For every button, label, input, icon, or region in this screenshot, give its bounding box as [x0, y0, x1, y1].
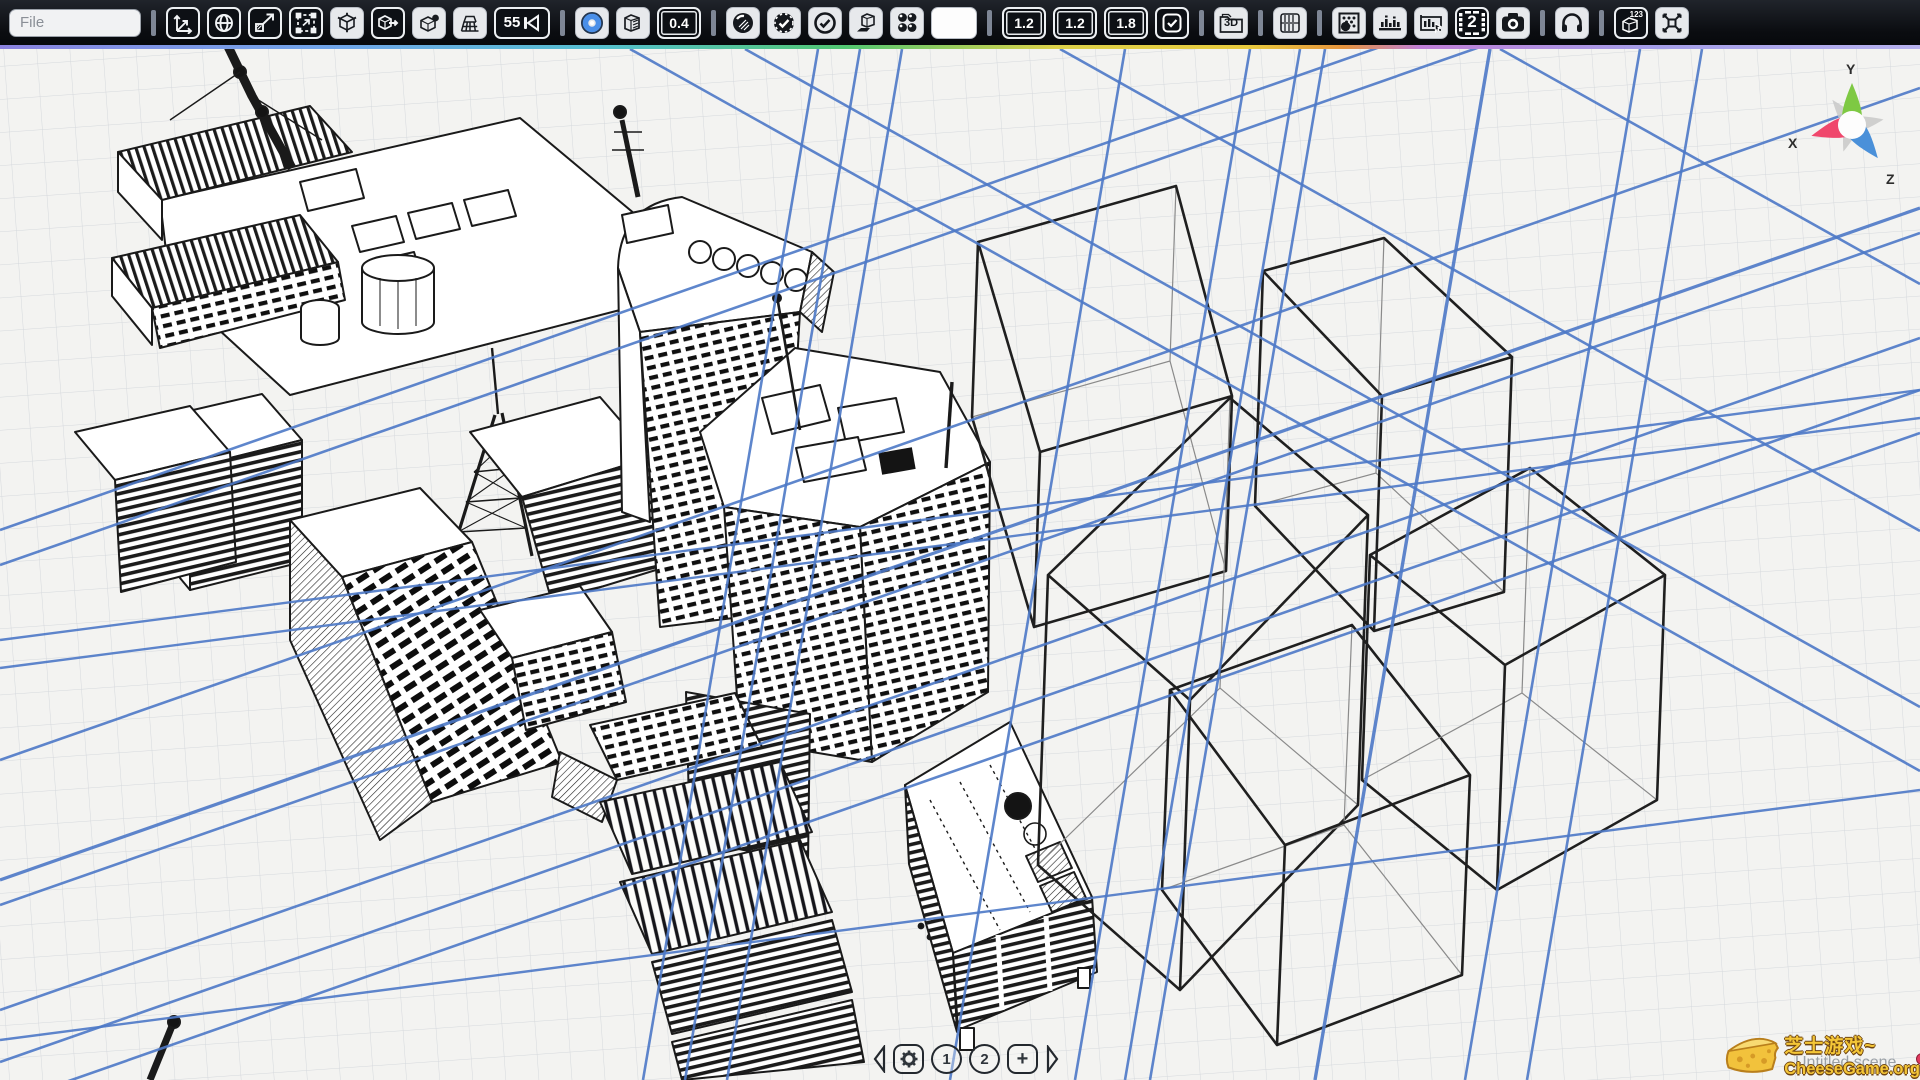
camera-photo-icon: [1500, 11, 1526, 35]
page-controls: 1 2 +: [872, 1044, 1059, 1074]
scale-x-value: 1.2: [1014, 15, 1033, 31]
toolbar-separator: [1540, 10, 1545, 36]
toolbar-separator: [1599, 10, 1604, 36]
toolbar-separator: [711, 10, 716, 36]
toolbar: File 55 0.4 1.2 1.2 1.8 3D: [0, 0, 1920, 45]
ground-grid-button[interactable]: [453, 7, 487, 39]
scale-z-value: 1.8: [1116, 15, 1135, 31]
bounding-box-icon: [294, 12, 318, 34]
axis-gizmo[interactable]: Y X Z: [1784, 59, 1920, 199]
scale-diagonal-button[interactable]: [248, 7, 282, 39]
add-page-label: +: [1017, 1048, 1029, 1071]
window-panel-icon: [1278, 11, 1302, 35]
cube-vertex-button[interactable]: [412, 7, 446, 39]
viewport-3d[interactable]: Y X Z 1 2 + Untitled scene 芝士游戏~: [0, 49, 1920, 1080]
focus-ring-button[interactable]: [575, 7, 609, 39]
select-chart-icon: [1418, 11, 1444, 35]
checkbox-button[interactable]: [1155, 7, 1189, 39]
cube-gizmo-button[interactable]: [330, 7, 364, 39]
ground-grid-icon: [458, 12, 482, 34]
toolbar-separator: [987, 10, 992, 36]
opacity-value-button[interactable]: 0.4: [657, 7, 701, 39]
cube-gizmo-icon: [335, 12, 359, 34]
cube-translate-button[interactable]: [371, 7, 405, 39]
window-panel-button[interactable]: [1273, 7, 1307, 39]
fullscreen-icon: [1660, 11, 1684, 35]
folder-3d-button[interactable]: 3D: [1214, 7, 1248, 39]
scene-canvas: [0, 49, 1920, 1080]
sphere-shaded-icon: [731, 11, 755, 35]
check-circle-button[interactable]: [808, 7, 842, 39]
spheres-group-icon: [895, 11, 919, 35]
camera-focal-button[interactable]: 55: [494, 7, 550, 39]
cheese-icon: [1722, 1025, 1780, 1079]
camera-photo-button[interactable]: [1496, 7, 1530, 39]
sphere-shaded-button[interactable]: [726, 7, 760, 39]
gizmo-z-label: Z: [1886, 171, 1895, 187]
scale-x-button[interactable]: 1.2: [1002, 7, 1046, 39]
scale-y-value: 1.2: [1065, 15, 1084, 31]
watermark: 芝士游戏~ CheeseGame.org: [1722, 1025, 1920, 1080]
page-1-button[interactable]: 1: [931, 1044, 962, 1074]
select-chart-button[interactable]: [1414, 7, 1448, 39]
scale-diagonal-icon: [253, 12, 277, 34]
cube-translate-icon: [376, 12, 400, 34]
globe-button[interactable]: [207, 7, 241, 39]
page-1-label: 1: [942, 1051, 950, 1068]
app-window: File 55 0.4 1.2 1.2 1.8 3D: [0, 0, 1920, 1080]
add-page-button[interactable]: +: [1007, 1044, 1038, 1074]
film-frame-button[interactable]: 2: [1455, 7, 1489, 39]
watermark-title: 芝士游戏~: [1784, 1031, 1920, 1058]
dither-ball-icon: [1337, 11, 1361, 35]
toolbar-separator: [560, 10, 565, 36]
file-menu-label: File: [20, 14, 44, 31]
blank-swatch-button[interactable]: [931, 7, 977, 39]
dither-ball-button[interactable]: [1332, 7, 1366, 39]
spheres-group-button[interactable]: [890, 7, 924, 39]
check-dashed-icon: [772, 11, 796, 35]
focal-length-value: 55: [504, 14, 521, 31]
prev-page-button[interactable]: [872, 1044, 886, 1074]
gizmo-y-label: Y: [1846, 61, 1855, 77]
equalizer-button[interactable]: [1373, 7, 1407, 39]
scale-z-button[interactable]: 1.8: [1104, 7, 1148, 39]
equalizer-icon: [1377, 11, 1403, 35]
settings-button[interactable]: [893, 1044, 924, 1074]
focus-ring-icon: [580, 11, 604, 35]
globe-icon: [212, 12, 236, 34]
page-2-button[interactable]: 2: [969, 1044, 1000, 1074]
opacity-value: 0.4: [669, 15, 688, 31]
cube-vertex-icon: [417, 12, 441, 34]
move-axes-button[interactable]: [166, 7, 200, 39]
cube-shadow-button[interactable]: [849, 7, 883, 39]
cube-hatch-icon: [621, 12, 645, 34]
cube-hatch-button[interactable]: [616, 7, 650, 39]
camera-focal-icon: [523, 13, 540, 33]
headphones-icon: [1560, 11, 1584, 35]
check-dashed-button[interactable]: [767, 7, 801, 39]
bounding-box-button[interactable]: [289, 7, 323, 39]
fullscreen-button[interactable]: [1655, 7, 1689, 39]
toolbar-separator: [1258, 10, 1263, 36]
gizmo-x-label: X: [1788, 135, 1797, 151]
gear-icon: [899, 1049, 919, 1069]
toolbar-separator: [151, 10, 156, 36]
page-2-label: 2: [980, 1051, 988, 1068]
toolbar-separator: [1317, 10, 1322, 36]
headphones-button[interactable]: [1555, 7, 1589, 39]
next-page-button[interactable]: [1045, 1044, 1059, 1074]
axis-gizmo-icon: [1784, 59, 1920, 199]
cube-shadow-icon: [854, 12, 878, 34]
cube-numbers-label: 123: [1630, 10, 1643, 19]
check-circle-icon: [813, 11, 837, 35]
cube-numbered-button[interactable]: 123: [1614, 7, 1648, 39]
folder-3d-label: 3D: [1224, 17, 1238, 29]
film-frame-number: 2: [1467, 12, 1476, 32]
watermark-site: CheeseGame.org: [1784, 1060, 1920, 1079]
file-menu-button[interactable]: File: [9, 9, 141, 37]
move-axes-icon: [171, 12, 195, 34]
toolbar-separator: [1199, 10, 1204, 36]
checkbox-icon: [1160, 12, 1184, 34]
scale-y-button[interactable]: 1.2: [1053, 7, 1097, 39]
